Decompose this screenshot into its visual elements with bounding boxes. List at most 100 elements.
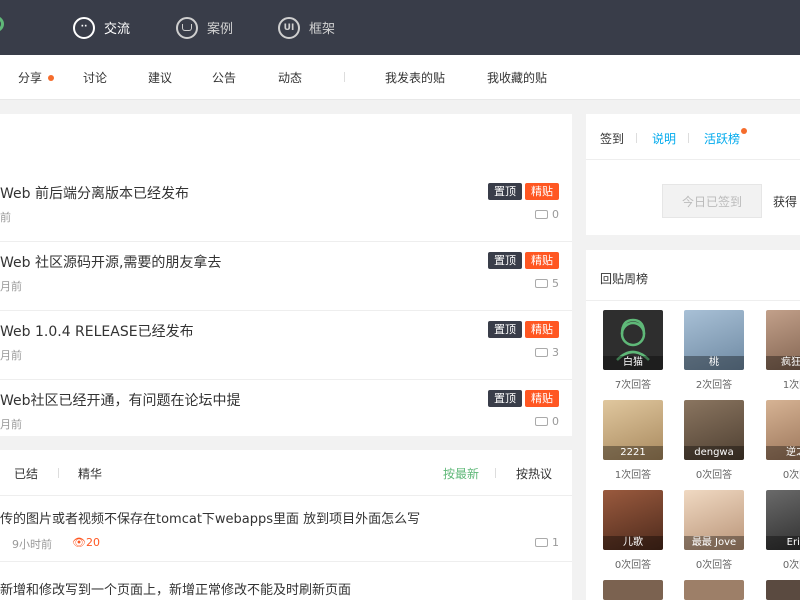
reply-count: 0次回 [782, 470, 800, 481]
divider [586, 300, 800, 301]
avatar[interactable] [766, 580, 800, 600]
top-nav-bar: ·· 交流 案例 UI 框架 [0, 0, 800, 55]
nav-item-label: 框架 [309, 22, 336, 37]
chat-bubble-icon: ·· [73, 16, 95, 39]
pinned-post[interactable]: Web 1.0.4 RELEASE已经发布 月前 置顶 精贴 3 [0, 311, 572, 380]
nav-item-case[interactable]: 案例 [176, 0, 233, 55]
comment-count-value: 1 [552, 536, 559, 549]
comment-icon [535, 279, 548, 288]
pinned-post[interactable]: Web 社区源码开源,需要的朋友拿去 月前 置顶 精贴 5 [0, 242, 572, 311]
list-item[interactable]: 传的图片或者视频不保存在tomcat下webapps里面 放到项目外面怎么写 9… [0, 496, 572, 562]
post-title[interactable]: Web 社区源码开源,需要的朋友拿去 [0, 252, 221, 272]
divider [688, 133, 689, 143]
comment-icon [535, 348, 548, 357]
ui-framework-icon: UI [278, 16, 300, 39]
avatar[interactable]: 儿歌 [603, 490, 663, 550]
avatar[interactable]: 白猫 [603, 310, 663, 370]
avatar-name: 逆之 [766, 446, 800, 460]
post-title[interactable]: Web社区已经开通，有问题在论坛中提 [0, 390, 241, 410]
list-item[interactable]: 新增和修改写到一个页面上，新增正常修改不能及时刷新页面 [0, 562, 572, 600]
my-posts-link[interactable]: 我发表的贴 [385, 69, 445, 86]
post-time: 前 [0, 211, 11, 224]
nav-item-framework[interactable]: UI 框架 [278, 0, 335, 55]
my-favorites-link[interactable]: 我收藏的贴 [487, 69, 547, 86]
rank-user[interactable]: 逆之 0次回 [766, 400, 800, 481]
view-count-value: 20 [85, 536, 100, 549]
rank-user[interactable]: dengwa 0次回答 [684, 400, 744, 481]
comment-icon [535, 538, 548, 547]
rank-user[interactable]: 最最 Jove 0次回答 [684, 490, 744, 571]
pinned-posts-panel: Web 前后端分离版本已经发布 前 置顶 精贴 0 Web 社区源码开源,需要的… [0, 114, 572, 436]
comment-count-value: 0 [552, 208, 559, 221]
avatar-name: 儿歌 [603, 536, 663, 550]
avatar[interactable]: Eric [766, 490, 800, 550]
sign-reward-text: 获得 [773, 195, 798, 209]
tab-solved[interactable]: 已结 [14, 465, 38, 482]
avatar[interactable]: 疯狂的 [766, 310, 800, 370]
rank-user[interactable]: 儿歌 0次回答 [603, 490, 663, 571]
avatar[interactable]: 2221 [603, 400, 663, 460]
comment-count: 0 [535, 208, 559, 221]
comment-count: 0 [535, 415, 559, 428]
sort-newest[interactable]: 按最新 [443, 465, 479, 482]
category-notice[interactable]: 公告 [212, 69, 236, 86]
avatar-name: 疯狂的 [766, 356, 800, 370]
post-time: 月前 [0, 349, 22, 362]
reply-count: 7次回答 [614, 380, 652, 391]
rank-user[interactable]: 白猫 7次回答 [603, 310, 663, 391]
comment-count-value: 0 [552, 415, 559, 428]
sort-hottest[interactable]: 按热议 [516, 465, 552, 482]
reply-count: 0次回 [782, 560, 800, 571]
category-share[interactable]: 分享 [18, 69, 42, 86]
post-title[interactable]: Web 1.0.4 RELEASE已经发布 [0, 321, 194, 341]
avatar[interactable]: 最最 Jove [684, 490, 744, 550]
divider [344, 72, 345, 82]
rank-user[interactable]: 2221 1次回答 [603, 400, 663, 481]
tab-sign-in[interactable]: 签到 [600, 130, 624, 147]
avatar[interactable]: dengwa [684, 400, 744, 460]
post-time: 月前 [0, 418, 22, 431]
avatar-name: 最最 Jove [684, 536, 744, 550]
pinned-badge: 置顶 [488, 183, 522, 200]
reply-count: 1次回答 [614, 470, 652, 481]
pinned-badge: 置顶 [488, 252, 522, 269]
rank-user[interactable]: 桃 2次回答 [684, 310, 744, 391]
category-dynamic[interactable]: 动态 [278, 69, 302, 86]
elite-badge: 精贴 [525, 252, 559, 269]
nav-item-exchange[interactable]: ·· 交流 [73, 0, 130, 55]
list-filter-tabs: 已结 精华 按最新 按热议 [0, 450, 572, 496]
nav-item-label: 案例 [207, 22, 234, 37]
avatar[interactable] [684, 580, 744, 600]
post-time: 9小时前 [12, 538, 52, 551]
elite-badge: 精贴 [525, 183, 559, 200]
new-dot-icon [48, 75, 54, 81]
rank-user[interactable]: 疯狂的 1次回 [766, 310, 800, 391]
post-title[interactable]: 新增和修改写到一个页面上，新增正常修改不能及时刷新页面 [0, 579, 351, 598]
avatar[interactable]: 桃 [684, 310, 744, 370]
category-suggest[interactable]: 建议 [148, 69, 172, 86]
reply-count: 0次回答 [695, 560, 733, 571]
avatar[interactable] [603, 580, 663, 600]
tab-explain[interactable]: 说明 [652, 130, 676, 147]
logo-icon[interactable] [0, 16, 4, 32]
tab-elite[interactable]: 精华 [78, 465, 102, 482]
category-discuss[interactable]: 讨论 [83, 69, 107, 86]
avatar-name: 2221 [603, 446, 663, 460]
avatar-name: 桃 [684, 356, 744, 370]
comment-icon [535, 210, 548, 219]
avatar[interactable]: 逆之 [766, 400, 800, 460]
category-nav: 分享 讨论 建议 公告 动态 我发表的贴 我收藏的贴 [0, 55, 800, 100]
comment-count: 5 [535, 277, 559, 290]
post-title[interactable]: Web 前后端分离版本已经发布 [0, 183, 189, 203]
weekly-reply-rank-panel: 回贴周榜 白猫 7次回答 桃 2次回答 疯狂的 1次回 2221 1次回答 [586, 250, 800, 600]
pinned-post[interactable]: Web社区已经开通，有问题在论坛中提 月前 置顶 精贴 0 [0, 380, 572, 449]
comment-count: 1 [535, 536, 559, 549]
reply-count: 2次回答 [695, 380, 733, 391]
rank-user[interactable]: Eric 0次回 [766, 490, 800, 571]
pinned-post[interactable]: Web 前后端分离版本已经发布 前 置顶 精贴 0 [0, 173, 572, 242]
signed-today-button[interactable]: 今日已签到 [662, 184, 762, 218]
comment-count-value: 5 [552, 277, 559, 290]
tab-active-rank[interactable]: 活跃榜 [704, 130, 740, 147]
post-title[interactable]: 传的图片或者视频不保存在tomcat下webapps里面 放到项目外面怎么写 [0, 508, 420, 527]
avatar-name: 白猫 [603, 356, 663, 370]
